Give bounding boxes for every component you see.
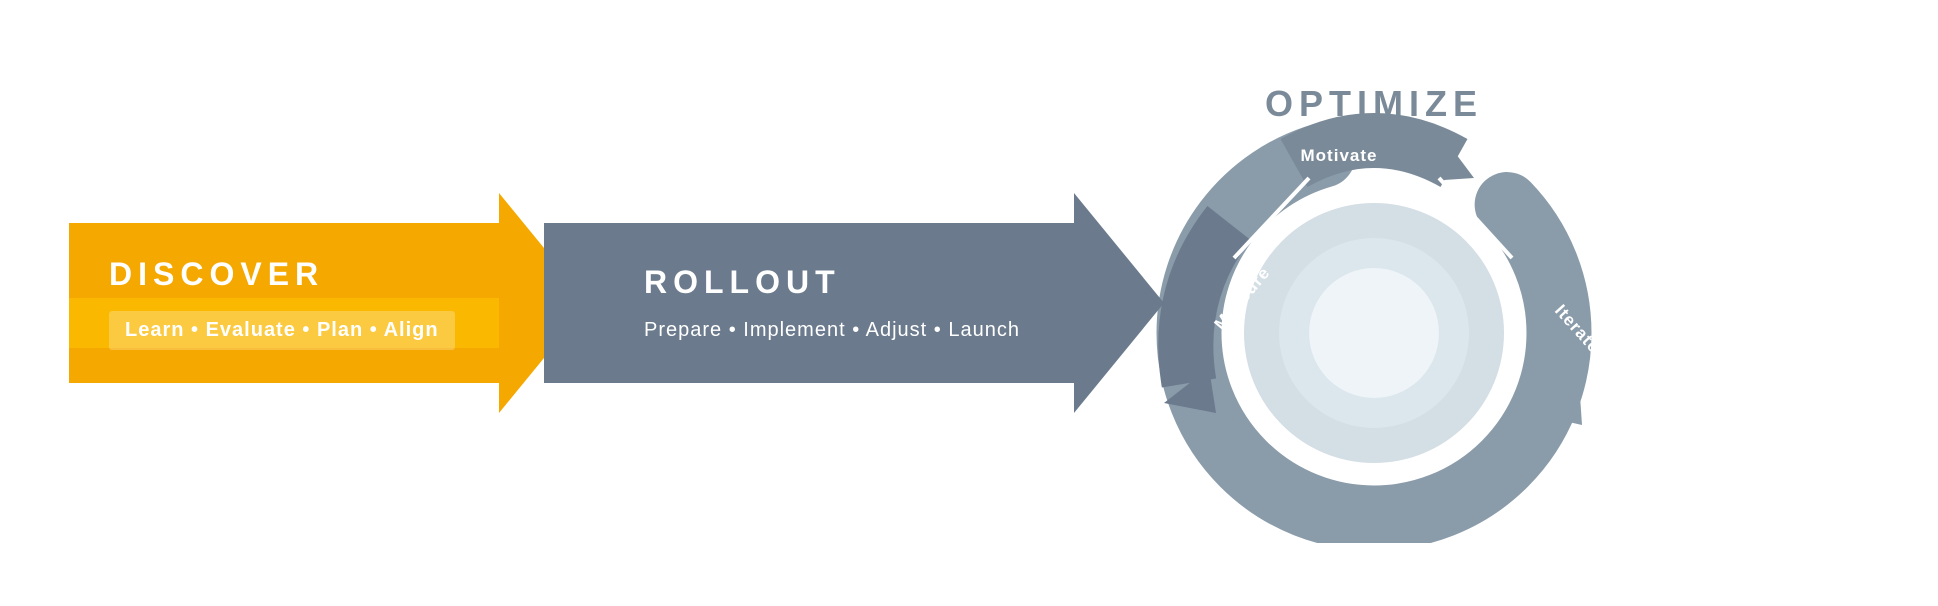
rollout-title: ROLLOUT — [644, 264, 1124, 301]
diagram-container: DISCOVER Learn • Evaluate • Plan • Align… — [69, 53, 1869, 553]
discover-content: DISCOVER Learn • Evaluate • Plan • Align — [69, 193, 499, 413]
discover-subtitle: Learn • Evaluate • Plan • Align — [109, 311, 455, 350]
optimize-svg: Measure Motivate Iterate — [1134, 63, 1614, 543]
discover-title: DISCOVER — [109, 256, 499, 293]
discover-arrow: DISCOVER Learn • Evaluate • Plan • Align — [69, 193, 589, 413]
optimize-title: OPTIMIZE — [1134, 83, 1614, 125]
rollout-subtitle: Prepare • Implement • Adjust • Launch — [644, 319, 1124, 342]
optimize-section: OPTIMIZE Measure — [1134, 63, 1614, 543]
motivate-text: Motivate — [1301, 146, 1378, 165]
rollout-arrow: ROLLOUT Prepare • Implement • Adjust • L… — [544, 193, 1164, 413]
rollout-content: ROLLOUT Prepare • Implement • Adjust • L… — [604, 193, 1124, 413]
